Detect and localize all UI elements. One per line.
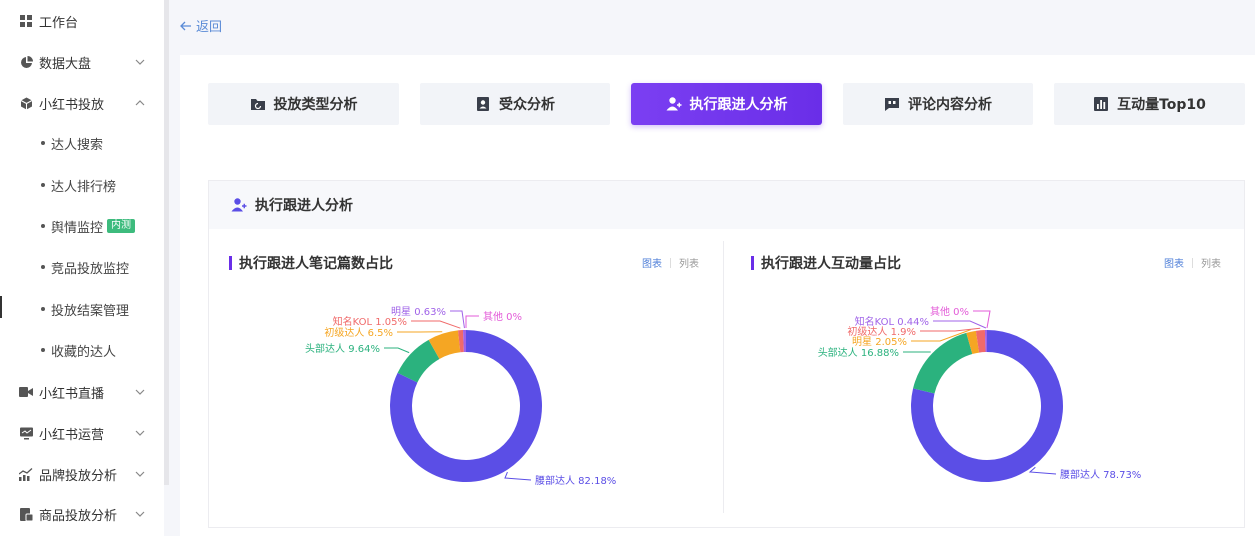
slice-label: 知名KOL 0.44% (855, 315, 929, 328)
slice-label: 腰部达人 78.73% (1060, 468, 1141, 481)
slice-leader-line (933, 320, 987, 329)
slice-label: 其他 0% (930, 305, 969, 318)
donut-chart-interactions: 腰部达人 78.73%头部达人 16.88%明星 2.05%初级达人 1.9%知… (818, 305, 1141, 483)
slice-leader-line (973, 310, 991, 329)
slice-arc (913, 332, 973, 394)
slice-leader-line (920, 327, 981, 332)
slice-leader-line (1028, 466, 1057, 475)
donut-slice (913, 332, 973, 394)
